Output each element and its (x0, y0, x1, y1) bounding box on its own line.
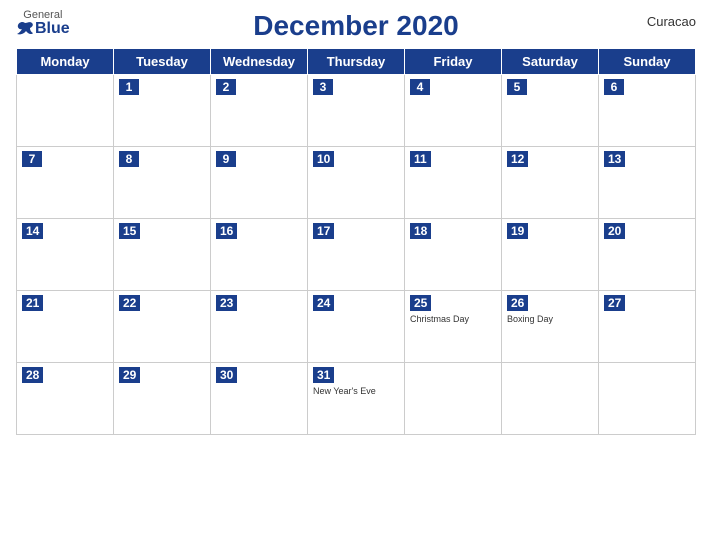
day-number: 19 (507, 223, 528, 239)
calendar-cell (599, 363, 696, 435)
page-title: December 2020 (253, 10, 458, 42)
day-number: 11 (410, 151, 431, 167)
calendar-week-row: 28 29 30 31 New Year's Eve (17, 363, 696, 435)
day-number: 17 (313, 223, 334, 239)
calendar-cell: 14 (17, 219, 114, 291)
calendar-cell: 23 (211, 291, 308, 363)
calendar-cell: 15 (114, 219, 211, 291)
col-monday: Monday (17, 49, 114, 75)
calendar-page: General Blue December 2020 Curacao Monda… (0, 0, 712, 550)
col-wednesday: Wednesday (211, 49, 308, 75)
calendar-cell: 16 (211, 219, 308, 291)
calendar-cell (405, 363, 502, 435)
day-number: 26 (507, 295, 528, 311)
calendar-cell: 26 Boxing Day (502, 291, 599, 363)
day-number: 21 (22, 295, 43, 311)
day-number: 4 (410, 79, 430, 95)
day-number: 7 (22, 151, 42, 167)
day-number: 9 (216, 151, 236, 167)
calendar-header-row: Monday Tuesday Wednesday Thursday Friday… (17, 49, 696, 75)
country-label: Curacao (647, 14, 696, 29)
day-number: 22 (119, 295, 140, 311)
col-thursday: Thursday (308, 49, 405, 75)
calendar-week-row: 14 15 16 17 18 19 20 (17, 219, 696, 291)
calendar-cell (502, 363, 599, 435)
day-number: 2 (216, 79, 236, 95)
holiday-label: Boxing Day (507, 314, 593, 325)
calendar-cell: 27 (599, 291, 696, 363)
calendar-cell: 10 (308, 147, 405, 219)
calendar-week-row: 7 8 9 10 11 12 13 (17, 147, 696, 219)
day-number: 1 (119, 79, 139, 95)
calendar-cell: 13 (599, 147, 696, 219)
calendar-cell: 6 (599, 75, 696, 147)
logo: General Blue (16, 10, 70, 37)
calendar-cell: 29 (114, 363, 211, 435)
col-friday: Friday (405, 49, 502, 75)
page-header: General Blue December 2020 Curacao (16, 10, 696, 42)
day-number: 24 (313, 295, 334, 311)
day-number: 14 (22, 223, 43, 239)
day-number: 27 (604, 295, 625, 311)
day-number: 12 (507, 151, 528, 167)
col-sunday: Sunday (599, 49, 696, 75)
calendar-cell: 11 (405, 147, 502, 219)
calendar-cell: 28 (17, 363, 114, 435)
calendar-cell: 4 (405, 75, 502, 147)
day-number: 15 (119, 223, 140, 239)
calendar-cell: 9 (211, 147, 308, 219)
calendar-cell: 7 (17, 147, 114, 219)
day-number: 13 (604, 151, 625, 167)
day-number: 18 (410, 223, 431, 239)
holiday-label: Christmas Day (410, 314, 496, 325)
day-number: 8 (119, 151, 139, 167)
day-number: 5 (507, 79, 527, 95)
day-number: 25 (410, 295, 431, 311)
col-tuesday: Tuesday (114, 49, 211, 75)
calendar-cell: 31 New Year's Eve (308, 363, 405, 435)
calendar-cell: 21 (17, 291, 114, 363)
calendar-cell: 17 (308, 219, 405, 291)
calendar-week-row: 21 22 23 24 25 Christmas Day 26 Boxing Day 27 (17, 291, 696, 363)
calendar-cell: 19 (502, 219, 599, 291)
calendar-cell: 22 (114, 291, 211, 363)
logo-blue-text: Blue (16, 21, 70, 37)
calendar-cell: 2 (211, 75, 308, 147)
logo-bird-icon (16, 21, 34, 37)
calendar-cell: 5 (502, 75, 599, 147)
calendar-cell: 24 (308, 291, 405, 363)
day-number: 20 (604, 223, 625, 239)
day-number: 6 (604, 79, 624, 95)
col-saturday: Saturday (502, 49, 599, 75)
calendar-cell: 8 (114, 147, 211, 219)
day-number: 30 (216, 367, 237, 383)
holiday-label: New Year's Eve (313, 386, 399, 397)
day-number: 29 (119, 367, 140, 383)
calendar-cell: 30 (211, 363, 308, 435)
day-number: 23 (216, 295, 237, 311)
calendar-cell: 18 (405, 219, 502, 291)
calendar-cell: 3 (308, 75, 405, 147)
calendar-cell: 25 Christmas Day (405, 291, 502, 363)
calendar-week-row: 1 2 3 4 5 6 (17, 75, 696, 147)
calendar-table: Monday Tuesday Wednesday Thursday Friday… (16, 48, 696, 435)
day-number: 28 (22, 367, 43, 383)
calendar-cell: 1 (114, 75, 211, 147)
day-number: 10 (313, 151, 334, 167)
calendar-cell: 12 (502, 147, 599, 219)
day-number: 3 (313, 79, 333, 95)
day-number: 31 (313, 367, 334, 383)
calendar-cell (17, 75, 114, 147)
calendar-cell: 20 (599, 219, 696, 291)
day-number: 16 (216, 223, 237, 239)
